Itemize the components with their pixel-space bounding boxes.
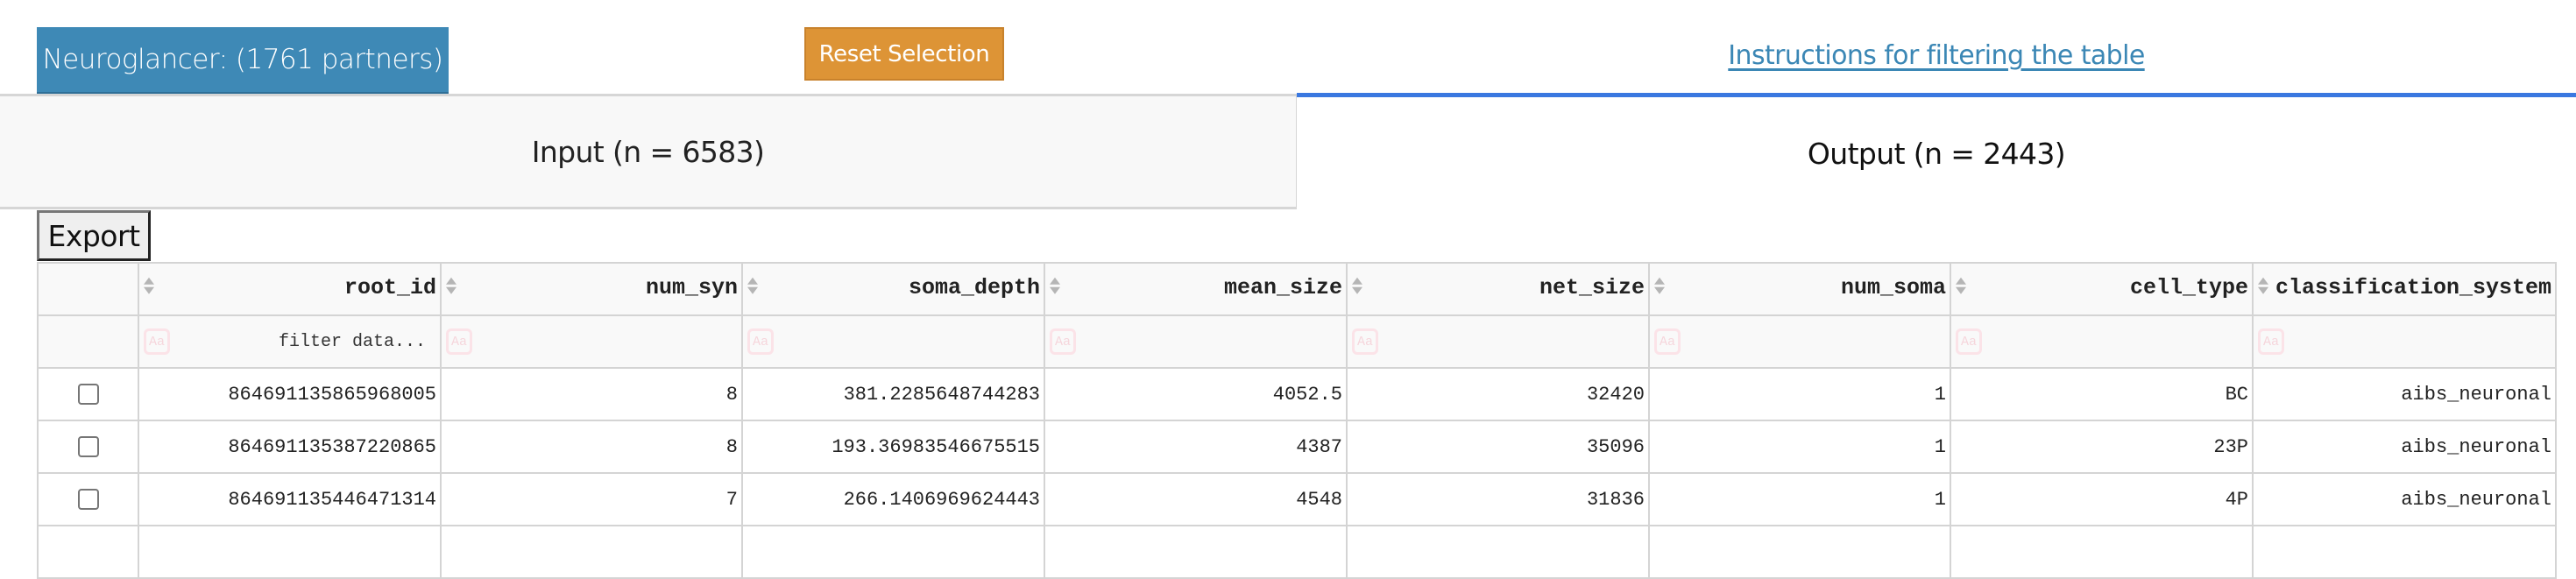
- cell-net-size: 31836: [1346, 472, 1650, 526]
- case-sensitive-icon[interactable]: Aa: [747, 328, 774, 355]
- case-sensitive-icon[interactable]: Aa: [1050, 328, 1076, 355]
- row-select-cell: [37, 472, 139, 526]
- export-button[interactable]: Export: [37, 210, 151, 261]
- filter-row: Aa filter data... Aa Aa Aa Aa Aa Aa Aa: [37, 314, 2557, 369]
- reset-selection-button[interactable]: Reset Selection: [804, 27, 1004, 81]
- tab-output[interactable]: Output (n = 2443): [1297, 93, 2576, 210]
- cell-num-soma: 1: [1648, 472, 1951, 526]
- filter-placeholder: filter data...: [278, 331, 426, 352]
- cell-num-soma: 1: [1648, 367, 1951, 421]
- cell-net-size: [1346, 525, 1650, 579]
- case-sensitive-icon[interactable]: Aa: [1352, 328, 1378, 355]
- cell-classification-system: aibs_neuronal: [2252, 420, 2557, 474]
- column-header-mean-size[interactable]: mean_size: [1044, 262, 1348, 316]
- filter-input-root-id[interactable]: Aa filter data...: [138, 314, 442, 369]
- filter-input-classification-system[interactable]: Aa: [2252, 314, 2557, 369]
- sort-icon[interactable]: [1955, 277, 1967, 297]
- cell-classification-system: aibs_neuronal: [2252, 472, 2557, 526]
- column-header-label: cell_type: [2129, 274, 2248, 300]
- cell-num-soma: 1: [1648, 420, 1951, 474]
- partners-table: root_id num_syn soma_depth mean_size net_siz…: [37, 262, 2557, 579]
- table-row[interactable]: 864691135446471314 7 266.1406969624443 4548…: [37, 472, 2557, 526]
- row-select-cell: [37, 367, 139, 421]
- cell-classification-system: aibs_neuronal: [2252, 367, 2557, 421]
- sort-icon[interactable]: [747, 277, 759, 297]
- cell-root-id: 864691135387220865: [138, 420, 442, 474]
- column-header-label: num_soma: [1840, 274, 1946, 300]
- cell-root-id: [138, 525, 442, 579]
- case-sensitive-icon[interactable]: Aa: [2258, 328, 2284, 355]
- row-select-cell: [37, 525, 139, 579]
- cell-num-syn: 7: [440, 472, 743, 526]
- cell-root-id: 864691135446471314: [138, 472, 442, 526]
- column-header-root-id[interactable]: root_id: [138, 262, 442, 316]
- column-header-label: classification_system: [2275, 274, 2551, 300]
- column-header-classification-system[interactable]: classification_system: [2252, 262, 2557, 316]
- cell-cell-type: 23P: [1950, 420, 2254, 474]
- cell-soma-depth: 266.1406969624443: [741, 472, 1045, 526]
- select-column-header: [37, 262, 139, 316]
- cell-root-id: 864691135865968005: [138, 367, 442, 421]
- column-header-label: mean_size: [1223, 274, 1342, 300]
- cell-soma-depth: 193.36983546675515: [741, 420, 1045, 474]
- sort-icon[interactable]: [2257, 277, 2269, 297]
- cell-cell-type: BC: [1950, 367, 2254, 421]
- neuroglancer-button[interactable]: Neuroglancer: (1761 partners): [37, 27, 449, 95]
- table-row[interactable]: 864691135865968005 8 381.2285648744283 4052…: [37, 367, 2557, 421]
- table-row[interactable]: [37, 525, 2557, 579]
- cell-num-syn: [440, 525, 743, 579]
- cell-net-size: 35096: [1346, 420, 1650, 474]
- case-sensitive-icon[interactable]: Aa: [446, 328, 472, 355]
- sort-icon[interactable]: [445, 277, 457, 297]
- filter-input-cell-type[interactable]: Aa: [1950, 314, 2254, 369]
- filter-input-num-syn[interactable]: Aa: [440, 314, 743, 369]
- row-checkbox[interactable]: [77, 488, 99, 510]
- column-header-label: soma_depth: [908, 274, 1040, 300]
- column-header-soma-depth[interactable]: soma_depth: [741, 262, 1045, 316]
- sort-icon[interactable]: [1653, 277, 1666, 297]
- row-select-cell: [37, 420, 139, 474]
- cell-soma-depth: [741, 525, 1045, 579]
- column-header-num-syn[interactable]: num_syn: [440, 262, 743, 316]
- cell-mean-size: 4548: [1044, 472, 1348, 526]
- cell-num-syn: 8: [440, 420, 743, 474]
- sort-icon[interactable]: [1049, 277, 1061, 297]
- case-sensitive-icon[interactable]: Aa: [144, 328, 170, 355]
- cell-cell-type: [1950, 525, 2254, 579]
- cell-net-size: 32420: [1346, 367, 1650, 421]
- tab-output-label: Output (n = 2443): [1807, 137, 2066, 171]
- row-checkbox[interactable]: [77, 435, 99, 457]
- column-header-label: num_syn: [645, 274, 738, 300]
- case-sensitive-icon[interactable]: Aa: [1654, 328, 1681, 355]
- cell-mean-size: [1044, 525, 1348, 579]
- cell-classification-system: [2252, 525, 2557, 579]
- cell-num-syn: 8: [440, 367, 743, 421]
- cell-cell-type: 4P: [1950, 472, 2254, 526]
- column-header-net-size[interactable]: net_size: [1346, 262, 1650, 316]
- table-row[interactable]: 864691135387220865 8 193.36983546675515 438…: [37, 420, 2557, 474]
- tab-input-label: Input (n = 6583): [531, 134, 765, 169]
- instructions-link[interactable]: Instructions for filtering the table: [1297, 40, 2576, 82]
- filter-input-soma-depth[interactable]: Aa: [741, 314, 1045, 369]
- filter-input-net-size[interactable]: Aa: [1346, 314, 1650, 369]
- select-filter-cell: [37, 314, 139, 369]
- case-sensitive-icon[interactable]: Aa: [1956, 328, 1982, 355]
- header-row: root_id num_syn soma_depth mean_size net_siz…: [37, 262, 2557, 316]
- sort-icon[interactable]: [1351, 277, 1363, 297]
- column-header-label: root_id: [343, 274, 436, 300]
- cell-mean-size: 4052.5: [1044, 367, 1348, 421]
- cell-soma-depth: 381.2285648744283: [741, 367, 1045, 421]
- cell-mean-size: 4387: [1044, 420, 1348, 474]
- column-header-num-soma[interactable]: num_soma: [1648, 262, 1951, 316]
- tab-input[interactable]: Input (n = 6583): [0, 94, 1299, 209]
- sort-icon[interactable]: [143, 277, 155, 297]
- column-header-label: net_size: [1539, 274, 1645, 300]
- row-checkbox[interactable]: [77, 383, 99, 405]
- column-header-cell-type[interactable]: cell_type: [1950, 262, 2254, 316]
- cell-num-soma: [1648, 525, 1951, 579]
- filter-input-mean-size[interactable]: Aa: [1044, 314, 1348, 369]
- filter-input-num-soma[interactable]: Aa: [1648, 314, 1951, 369]
